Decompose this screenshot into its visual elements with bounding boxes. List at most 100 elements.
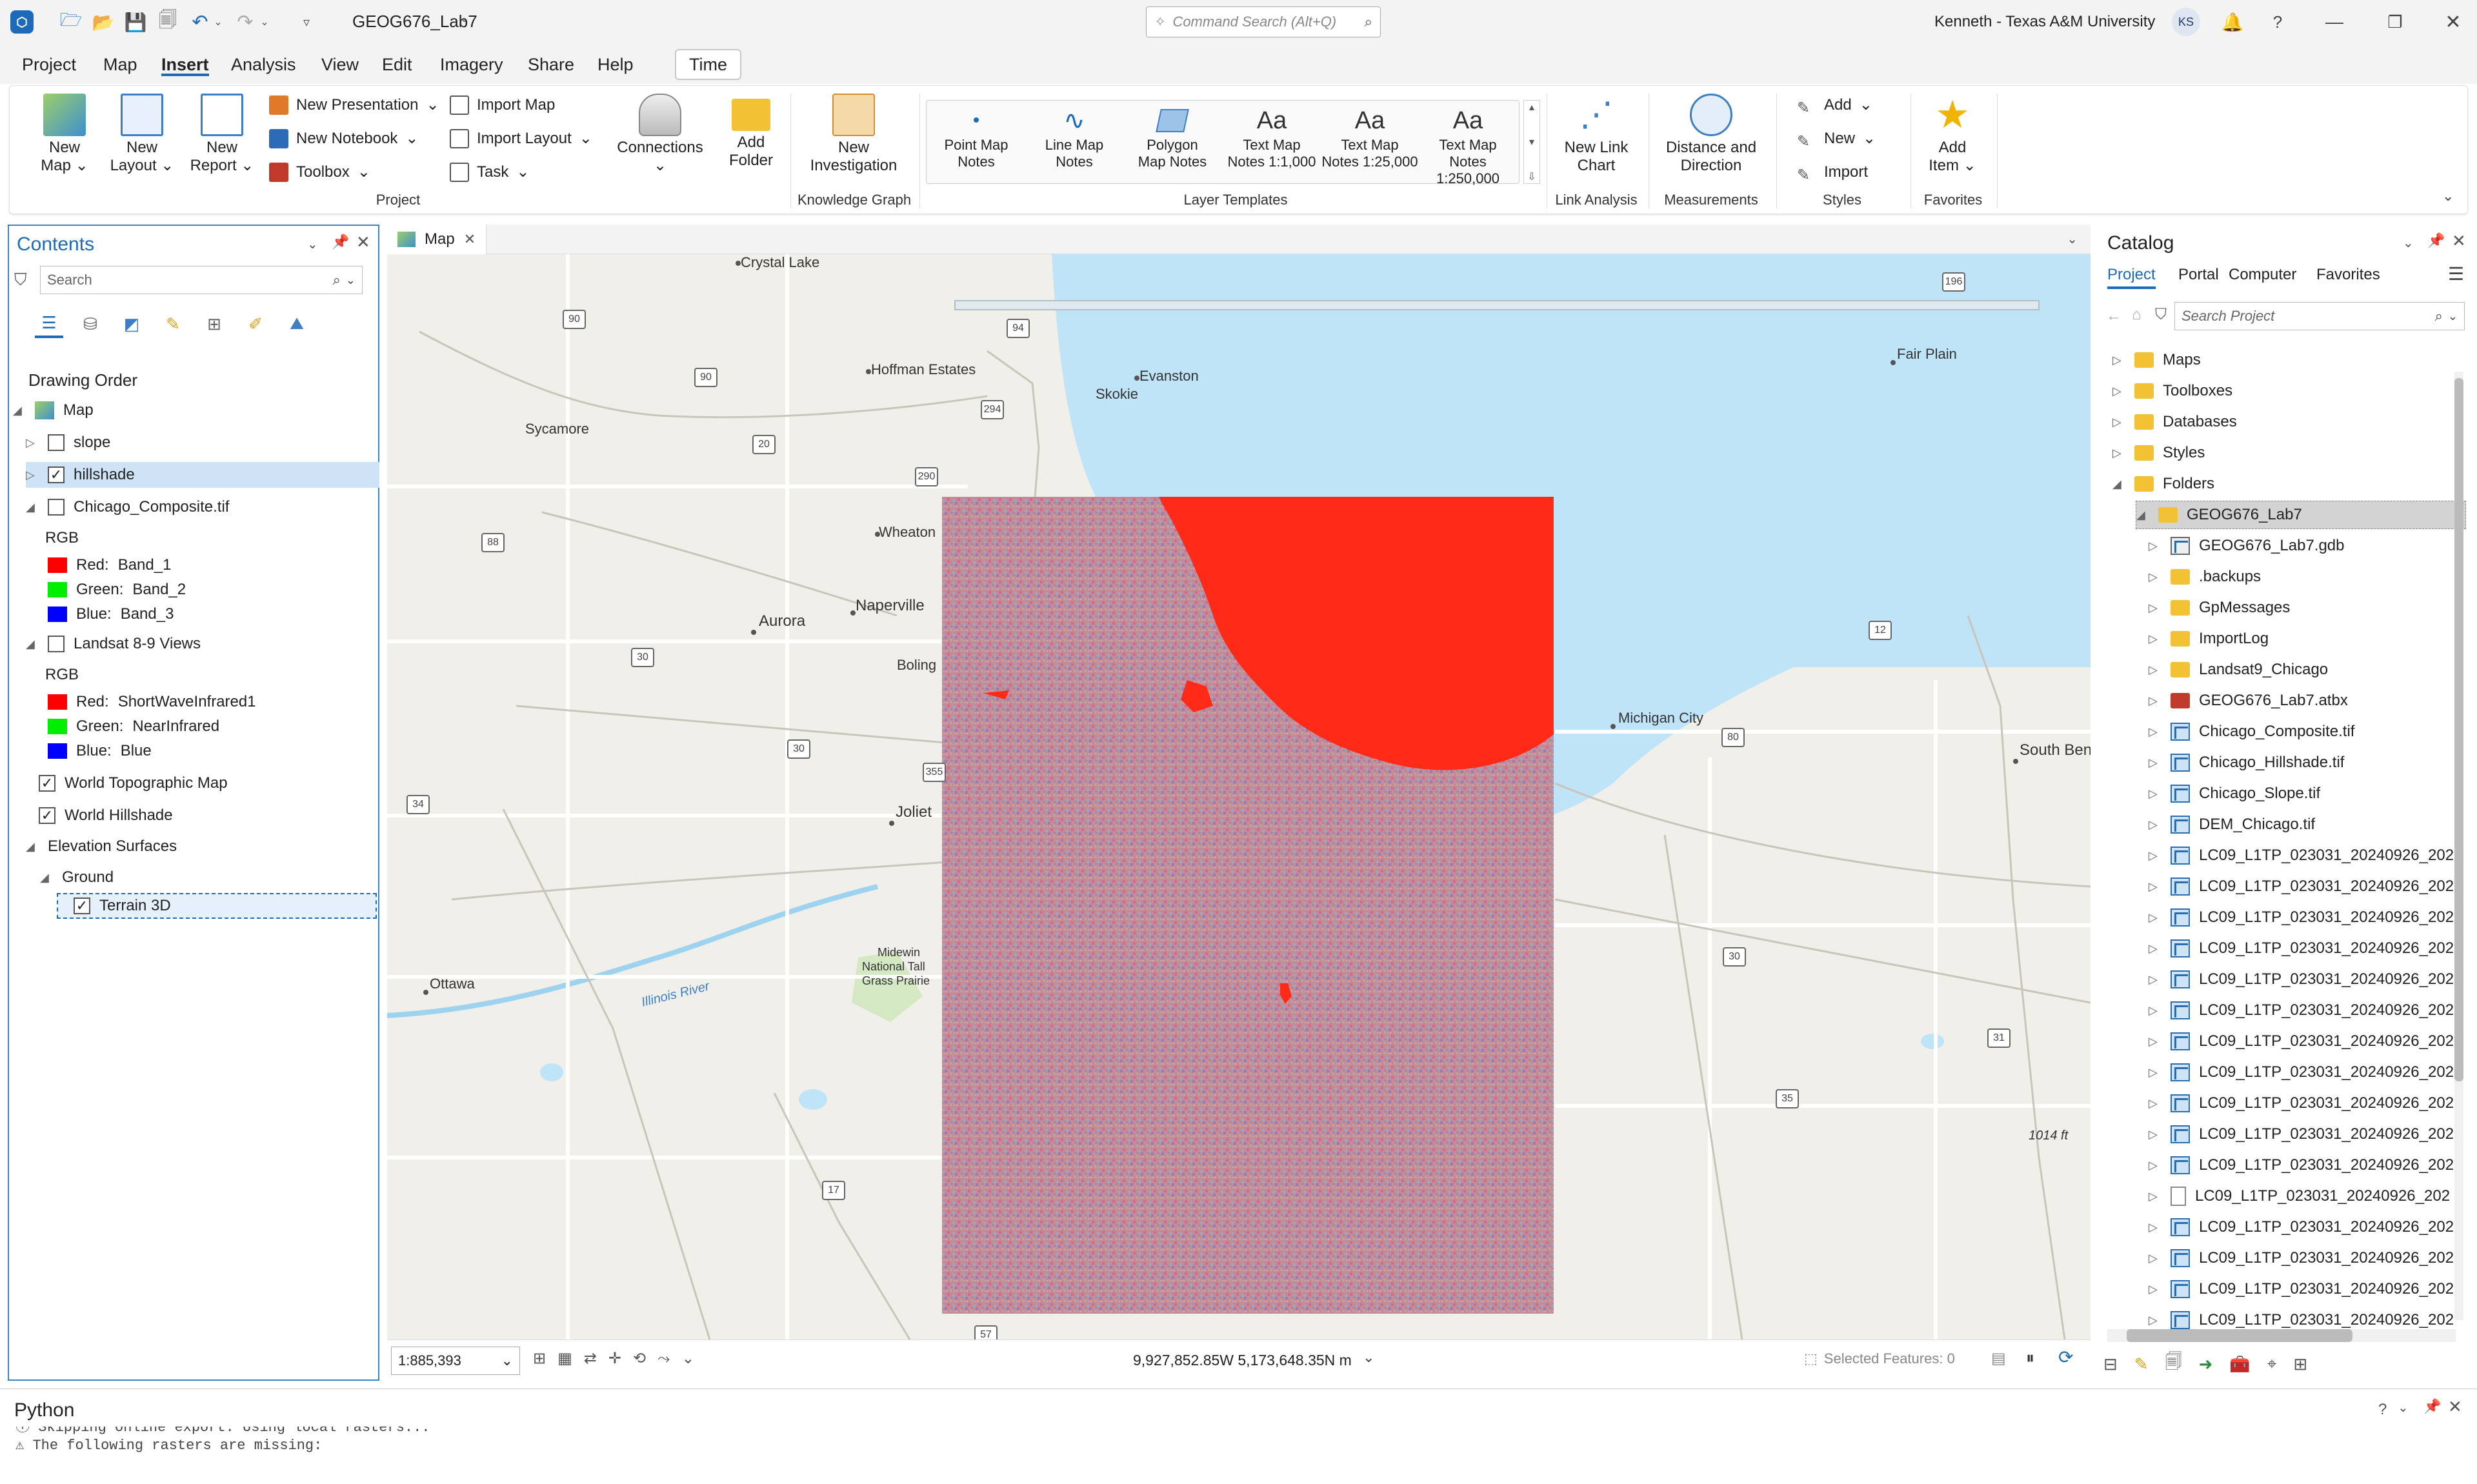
expand-icon[interactable]: ▷ — [2149, 594, 2161, 622]
catalog-item[interactable]: ▷ DEM_Chicago.tif — [2149, 810, 2315, 839]
catalog-tab-favorites[interactable]: Favorites — [2316, 266, 2380, 284]
collapsed-icon[interactable]: ▷ — [26, 462, 39, 488]
search-icon[interactable]: ⌕ — [2435, 308, 2443, 325]
expand-icon[interactable]: ▷ — [2149, 1089, 2161, 1118]
tab-map-view[interactable]: Map ✕ — [387, 224, 487, 254]
catalog-item[interactable]: ▷ Chicago_Slope.tif — [2149, 779, 2320, 808]
hillshade-checkbox[interactable]: ✓ — [48, 466, 65, 483]
expanded-icon[interactable]: ◢ — [26, 494, 39, 520]
tree-map[interactable]: ◢ Map — [13, 397, 94, 423]
gallery-scrollbar[interactable]: ▴ ▾ ⇩ — [1523, 100, 1540, 184]
list-by-source-icon[interactable]: ⛁ — [76, 310, 105, 338]
layer-world-topographic[interactable]: ✓ World Topographic Map — [39, 770, 228, 796]
restore-icon[interactable]: ❐ — [2381, 8, 2409, 36]
catalog-item[interactable]: ▷ LC09_L1TP_023031_20240926_202 — [2149, 1089, 2454, 1118]
scrollbar-thumb[interactable] — [2454, 378, 2463, 1081]
pause-drawing-icon[interactable]: ⏸ — [2026, 1348, 2034, 1369]
expand-icon[interactable]: ▷ — [2149, 903, 2161, 932]
close-icon[interactable]: ✕ — [2439, 8, 2467, 36]
rotate-icon[interactable]: ⟲ — [633, 1349, 646, 1368]
table-icon[interactable]: ▤ — [1991, 1349, 2006, 1368]
landsat-checkbox[interactable] — [48, 636, 65, 652]
catalog-project-folder[interactable]: ◢ GEOG676_Lab7 — [2136, 501, 2466, 529]
new-investigation-button[interactable]: New Investigation — [796, 94, 912, 175]
catalog-databases[interactable]: ▷ Databases — [2112, 408, 2237, 436]
arrow-right-icon[interactable]: ➜ — [2199, 1354, 2213, 1374]
catalog-scrollbar[interactable] — [2454, 372, 2463, 1320]
catalog-h-scrollbar[interactable] — [2107, 1329, 2456, 1342]
layer-landsat[interactable]: ◢ Landsat 8-9 Views — [26, 631, 201, 657]
add-item-button[interactable]: ★ Add Item ⌄ — [1917, 94, 1988, 175]
avatar[interactable]: KS — [2172, 8, 2200, 36]
catalog-item[interactable]: ▷ LC09_L1TP_023031_20240926_202 — [2149, 841, 2454, 870]
catalog-item[interactable]: ▷ ImportLog — [2149, 625, 2269, 653]
catalog-toolboxes[interactable]: ▷ Toolboxes — [2112, 377, 2232, 405]
layer-slope[interactable]: ▷ slope — [26, 430, 110, 456]
new-style-button[interactable]: ✎ New ⌄ — [1797, 126, 1876, 152]
distance-direction-button[interactable]: Distance and Direction — [1656, 94, 1766, 175]
project-name-dropdown-icon[interactable]: ⌄ — [459, 12, 469, 25]
layer-world-hillshade[interactable]: ✓ World Hillshade — [39, 803, 173, 828]
home-icon[interactable]: ⌂ — [2132, 306, 2141, 324]
catalog-tab-project[interactable]: Project — [2107, 266, 2156, 289]
pane-options-icon[interactable]: ⌄ — [307, 236, 318, 252]
catalog-styles[interactable]: ▷ Styles — [2112, 439, 2205, 467]
chevron-down-icon[interactable]: ▾ — [1524, 135, 1539, 148]
tab-overflow-icon[interactable]: ⌄ — [2067, 231, 2078, 247]
tab-edit[interactable]: Edit — [382, 53, 412, 76]
catalog-item[interactable]: ▷ LC09_L1TP_023031_20240926_202 — [2149, 1058, 2454, 1087]
import-map-button[interactable]: Import Map — [450, 92, 555, 118]
map-canvas[interactable]: Crystal Lake Hoffman Estates Evanston Sk… — [387, 254, 2091, 1339]
text-map-notes-250000-button[interactable]: Aa Text Map Notes 1:250,000 — [1419, 105, 1516, 187]
catalog-item[interactable]: ▷ LC09_L1TP_023031_20240926_202 — [2149, 872, 2454, 901]
list-by-snapping-icon[interactable]: ⊞ — [200, 310, 228, 338]
h-scrollbar-thumb[interactable] — [2127, 1329, 2352, 1342]
import-style-button[interactable]: ✎ Import — [1797, 159, 1868, 185]
catalog-item[interactable]: ▷ GpMessages — [2149, 594, 2290, 622]
catalog-item[interactable]: ▷ LC09_L1TP_023031_20240926_202 — [2149, 1244, 2454, 1272]
pin-icon[interactable]: 📌 — [2427, 232, 2445, 249]
text-map-notes-1000-button[interactable]: Aa Text Map Notes 1:1,000 — [1223, 105, 1320, 170]
tab-time[interactable]: Time — [675, 49, 741, 80]
expand-icon[interactable]: ▷ — [2149, 625, 2161, 653]
composite-checkbox[interactable] — [48, 499, 65, 516]
connections-button[interactable]: Connections ⌄ — [608, 94, 712, 175]
menu-icon[interactable]: ☰ — [2448, 263, 2464, 285]
expand-icon[interactable]: ▷ — [2149, 1275, 2161, 1303]
catalog-search[interactable]: Search Project ⌕ ⌄ — [2174, 302, 2465, 330]
terrain-checkbox[interactable]: ✓ — [74, 897, 90, 914]
catalog-item[interactable]: ▷ GEOG676_Lab7.gdb — [2149, 532, 2345, 560]
expanded-icon[interactable]: ◢ — [40, 865, 53, 890]
open-project-icon[interactable]: 📂 — [90, 9, 116, 35]
tab-help[interactable]: Help — [597, 53, 634, 76]
world-hillshade-checkbox[interactable]: ✓ — [39, 807, 55, 824]
new-report-button[interactable]: New Report ⌄ — [186, 94, 257, 175]
expand-icon[interactable]: ▷ — [2149, 532, 2161, 560]
tab-imagery[interactable]: Imagery — [440, 53, 503, 76]
new-map-button[interactable]: New Map ⌄ — [29, 94, 100, 175]
expand-icon[interactable]: ▷ — [2149, 717, 2161, 746]
grid-icon[interactable]: ▦ — [557, 1349, 572, 1368]
expand-icon[interactable]: ▷ — [2149, 748, 2161, 777]
toolbox-icon[interactable]: 🧰 — [2229, 1354, 2250, 1374]
pane-options-icon[interactable]: ⌄ — [2403, 235, 2414, 251]
save-icon[interactable]: 💾 — [123, 9, 148, 35]
help-icon[interactable]: ? — [2378, 1401, 2387, 1419]
catalog-item[interactable]: ▷ Landsat9_Chicago — [2149, 656, 2328, 684]
command-search-input[interactable]: Command Search (Alt+Q) — [1172, 14, 1358, 30]
expanded-icon[interactable]: ◢ — [26, 834, 39, 859]
list-by-selection-icon[interactable]: ◩ — [117, 310, 146, 338]
scale-selector[interactable]: 1:885,393 ⌄ — [391, 1347, 520, 1375]
catalog-item[interactable]: ▷ LC09_L1TP_023031_20240926_202 — [2149, 1027, 2454, 1056]
topo-checkbox[interactable]: ✓ — [39, 775, 55, 792]
catalog-folders[interactable]: ◢ Folders — [2112, 470, 2214, 498]
pane-options-icon[interactable]: ⌄ — [2398, 1399, 2409, 1416]
filter-icon[interactable]: ⛉ — [14, 270, 27, 290]
collapse-ribbon-icon[interactable]: ⌄ — [2442, 188, 2454, 205]
chevron-up-icon[interactable]: ▴ — [1524, 101, 1539, 114]
filter-icon[interactable]: ⛉ — [2155, 306, 2167, 324]
catalog-item[interactable]: ▷ .backups — [2149, 563, 2261, 591]
coordinates-dropdown-icon[interactable]: ⌄ — [1363, 1349, 1374, 1366]
chevron-down-icon[interactable]: ⌄ — [346, 274, 356, 287]
catalog-item[interactable]: ▷ LC09_L1TP_023031_20240926_202 — [2149, 903, 2454, 932]
